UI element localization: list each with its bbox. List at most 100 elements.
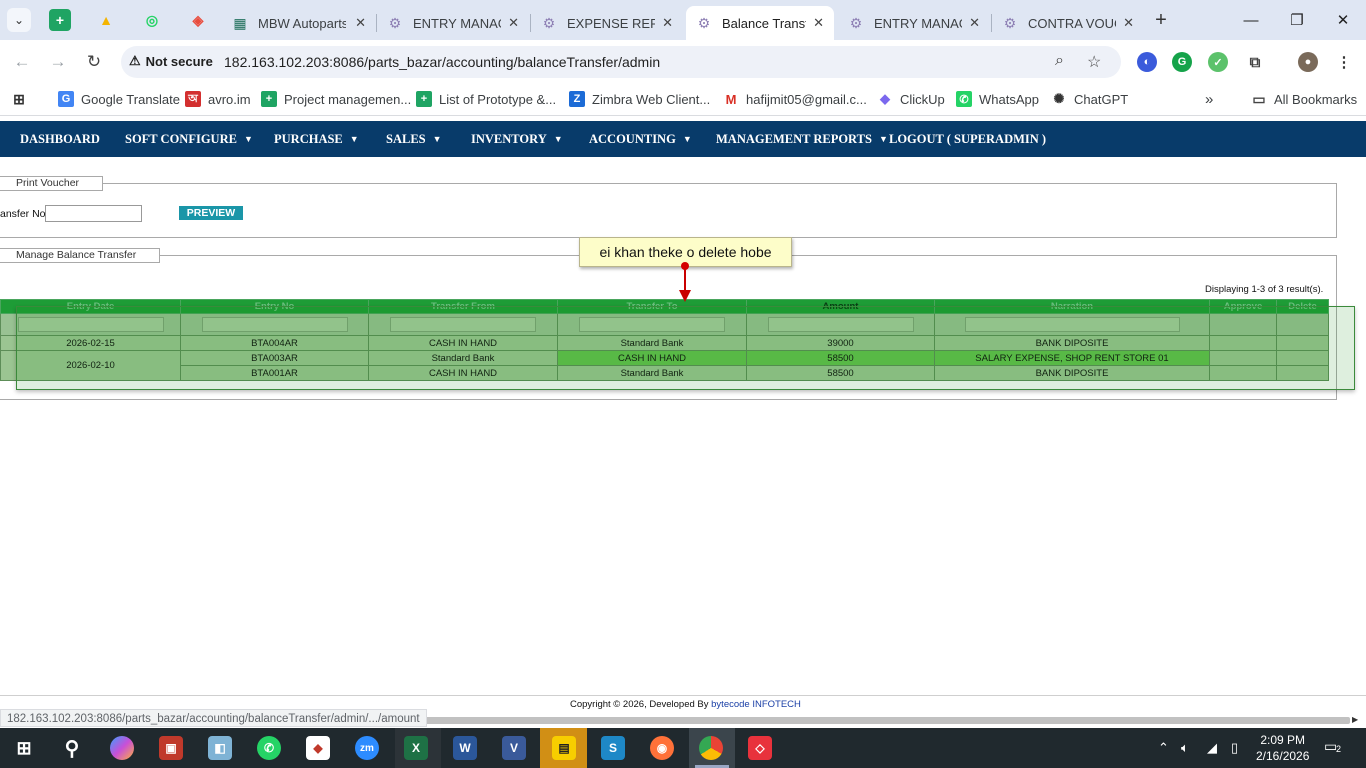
network-icon[interactable]: ◢ bbox=[1207, 740, 1217, 756]
extension-icon[interactable]: ◐ bbox=[1137, 52, 1157, 72]
more-bookmarks-icon[interactable]: » bbox=[1205, 91, 1213, 108]
tab-label: Balance Transfer bbox=[722, 15, 806, 31]
bookmark-prototype-list[interactable]: + List of Prototype &... bbox=[416, 91, 556, 107]
tab-mbw-autoparts[interactable]: ▦ MBW Autoparts ✕ bbox=[222, 6, 376, 40]
notification-count: 2 bbox=[1336, 744, 1342, 754]
apps-grid-icon[interactable]: ⊞ bbox=[11, 91, 34, 107]
all-bookmarks[interactable]: ▭ All Bookmarks bbox=[1251, 91, 1357, 107]
nav-management-reports[interactable]: MANAGEMENT REPORTS ▼ bbox=[716, 132, 888, 147]
gear-favicon-icon: ⚙ bbox=[849, 14, 863, 31]
caret-down-icon: ▼ bbox=[432, 134, 442, 144]
nav-inventory[interactable]: INVENTORY ▼ bbox=[471, 132, 563, 147]
close-tab-icon[interactable]: ✕ bbox=[969, 15, 980, 31]
profile-avatar[interactable]: ● bbox=[1298, 52, 1318, 72]
zoom-search-icon[interactable]: ⌕ bbox=[1055, 52, 1064, 70]
copyright-text: Copyright © 2026, Developed By bytecode … bbox=[570, 699, 801, 710]
security-indicator[interactable]: ⚠ Not secure bbox=[129, 53, 213, 69]
power-icon[interactable]: ▯ bbox=[1231, 740, 1238, 756]
sheets-icon: + bbox=[416, 91, 432, 107]
tab-balance-transfer[interactable]: ⚙ Balance Transfer ✕ bbox=[686, 6, 834, 40]
transfer-no-input[interactable] bbox=[45, 205, 142, 222]
tab-expense-report[interactable]: ⚙ EXPENSE REPORT ✕ bbox=[531, 6, 683, 40]
status-bar-url: 182.163.102.203:8086/parts_bazar/account… bbox=[0, 709, 427, 727]
bookmark-avro[interactable]: অ avro.im bbox=[185, 91, 251, 107]
whatsapp-taskbar-icon[interactable]: ✆ bbox=[257, 736, 281, 760]
tab-search-dropdown-icon[interactable]: ⌄ bbox=[7, 8, 31, 32]
notifications-icon[interactable]: ▭ 2 bbox=[1324, 738, 1344, 758]
pinned-sheets-tab-icon[interactable]: + bbox=[49, 9, 71, 31]
visio-icon[interactable]: V bbox=[502, 736, 526, 760]
developer-link[interactable]: bytecode INFOTECH bbox=[711, 699, 801, 710]
bookmark-google-translate[interactable]: G Google Translate bbox=[58, 91, 180, 107]
close-tab-icon[interactable]: ✕ bbox=[662, 15, 673, 31]
bookmark-star-icon[interactable]: ☆ bbox=[1087, 52, 1101, 72]
address-bar[interactable]: ⚠ Not secure 182.163.102.203:8086/parts_… bbox=[121, 46, 1121, 78]
preview-button[interactable]: PREVIEW bbox=[179, 206, 243, 220]
tab-contra-voucher[interactable]: ⚙ CONTRA VOUCHER ✕ bbox=[992, 6, 1144, 40]
nav-logout[interactable]: LOGOUT ( SUPERADMIN ) bbox=[889, 132, 1046, 147]
firefox-icon[interactable]: ◉ bbox=[650, 736, 674, 760]
anydesk-red-icon[interactable]: ◇ bbox=[748, 736, 772, 760]
bookmark-project-management[interactable]: + Project managemen... bbox=[261, 91, 411, 107]
restore-icon[interactable]: ❐ bbox=[1282, 8, 1312, 32]
nav-sales[interactable]: SALES ▼ bbox=[386, 132, 442, 147]
menu-kebab-icon[interactable]: ⋮ bbox=[1334, 52, 1354, 72]
selection-highlight-overlay bbox=[16, 306, 1355, 390]
close-tab-icon[interactable]: ✕ bbox=[508, 15, 519, 31]
browser-toolbar: ← → ↻ ⚠ Not secure 182.163.102.203:8086/… bbox=[0, 40, 1366, 84]
bookmark-label: ClickUp bbox=[900, 91, 945, 107]
annotation-pin-dot bbox=[681, 262, 689, 270]
nav-accounting[interactable]: ACCOUNTING ▼ bbox=[589, 132, 692, 147]
system-clock[interactable]: 2:09 PM 2/16/2026 bbox=[1256, 732, 1309, 764]
copyright-prefix: Copyright © 2026, Developed By bbox=[570, 699, 712, 710]
tab-entry-management[interactable]: ⚙ ENTRY MANAG ✕ bbox=[377, 6, 529, 40]
copilot-icon[interactable] bbox=[110, 736, 134, 760]
bookmark-whatsapp[interactable]: ✆ WhatsApp bbox=[956, 91, 1039, 107]
excel-icon[interactable]: X bbox=[404, 736, 428, 760]
app-icon[interactable]: ▣ bbox=[159, 736, 183, 760]
bookmark-zimbra[interactable]: Z Zimbra Web Client... bbox=[569, 91, 710, 107]
scroll-right-arrow-icon[interactable]: ▶ bbox=[1352, 715, 1358, 724]
file-app-icon[interactable]: ◧ bbox=[208, 736, 232, 760]
security-label: Not secure bbox=[145, 53, 213, 69]
word-icon[interactable]: W bbox=[453, 736, 477, 760]
forward-icon[interactable]: → bbox=[47, 51, 69, 73]
zimbra-icon: Z bbox=[569, 91, 585, 107]
grammarly-icon[interactable]: G bbox=[1172, 52, 1192, 72]
url-text[interactable]: 182.163.102.203:8086/parts_bazar/account… bbox=[224, 54, 660, 70]
close-tab-icon[interactable]: ✕ bbox=[813, 15, 824, 31]
nav-dashboard[interactable]: DASHBOARD bbox=[20, 132, 100, 147]
minimize-icon[interactable]: — bbox=[1236, 8, 1266, 32]
tab-label: ENTRY MANAG bbox=[874, 15, 962, 31]
bookmark-gmail[interactable]: Mhafijmit05@gmail.c... bbox=[723, 91, 867, 107]
nav-soft-configure[interactable]: SOFT CONFIGURE ▼ bbox=[125, 132, 253, 147]
chrome-icon[interactable] bbox=[699, 736, 723, 760]
pinned-clickup-tab-icon[interactable]: ◈ bbox=[187, 9, 209, 31]
close-tab-icon[interactable]: ✕ bbox=[1123, 15, 1134, 31]
show-hidden-icons-icon[interactable]: ⌃ bbox=[1158, 740, 1169, 756]
zoom-icon[interactable]: zm bbox=[355, 736, 379, 760]
s-app-icon[interactable]: S bbox=[601, 736, 625, 760]
close-tab-icon[interactable]: ✕ bbox=[355, 15, 366, 31]
all-bookmarks-label: All Bookmarks bbox=[1274, 91, 1358, 107]
anydesk-icon[interactable]: ◆ bbox=[306, 736, 330, 760]
volume-icon[interactable]: 🔈︎ bbox=[1181, 740, 1189, 756]
bookmark-clickup[interactable]: ◆ ClickUp bbox=[877, 91, 945, 107]
pinned-whatsapp-tab-icon[interactable]: ◎ bbox=[141, 9, 163, 31]
search-icon[interactable]: ⚲ bbox=[60, 736, 84, 760]
new-tab-icon[interactable]: + bbox=[1150, 9, 1172, 31]
tab-entry-management-2[interactable]: ⚙ ENTRY MANAG ✕ bbox=[838, 6, 990, 40]
bookmark-label: hafijmit05@gmail.c... bbox=[746, 91, 867, 107]
windows-start-icon[interactable]: ⊞ bbox=[12, 736, 36, 760]
bookmark-label: Project managemen... bbox=[284, 91, 412, 107]
clock-time: 2:09 PM bbox=[1260, 733, 1306, 747]
extension-check-icon[interactable]: ✓ bbox=[1208, 52, 1228, 72]
sticky-notes-icon[interactable]: ▤ bbox=[552, 736, 576, 760]
pinned-drive-tab-icon[interactable]: ▲ bbox=[95, 9, 117, 31]
back-icon[interactable]: ← bbox=[11, 51, 33, 73]
reload-icon[interactable]: ↻ bbox=[83, 51, 105, 73]
extensions-puzzle-icon[interactable]: ⧉ bbox=[1245, 52, 1265, 72]
bookmark-chatgpt[interactable]: ✺ ChatGPT bbox=[1051, 91, 1128, 107]
close-window-icon[interactable]: ✕ bbox=[1328, 8, 1358, 32]
nav-purchase[interactable]: PURCHASE ▼ bbox=[274, 132, 359, 147]
